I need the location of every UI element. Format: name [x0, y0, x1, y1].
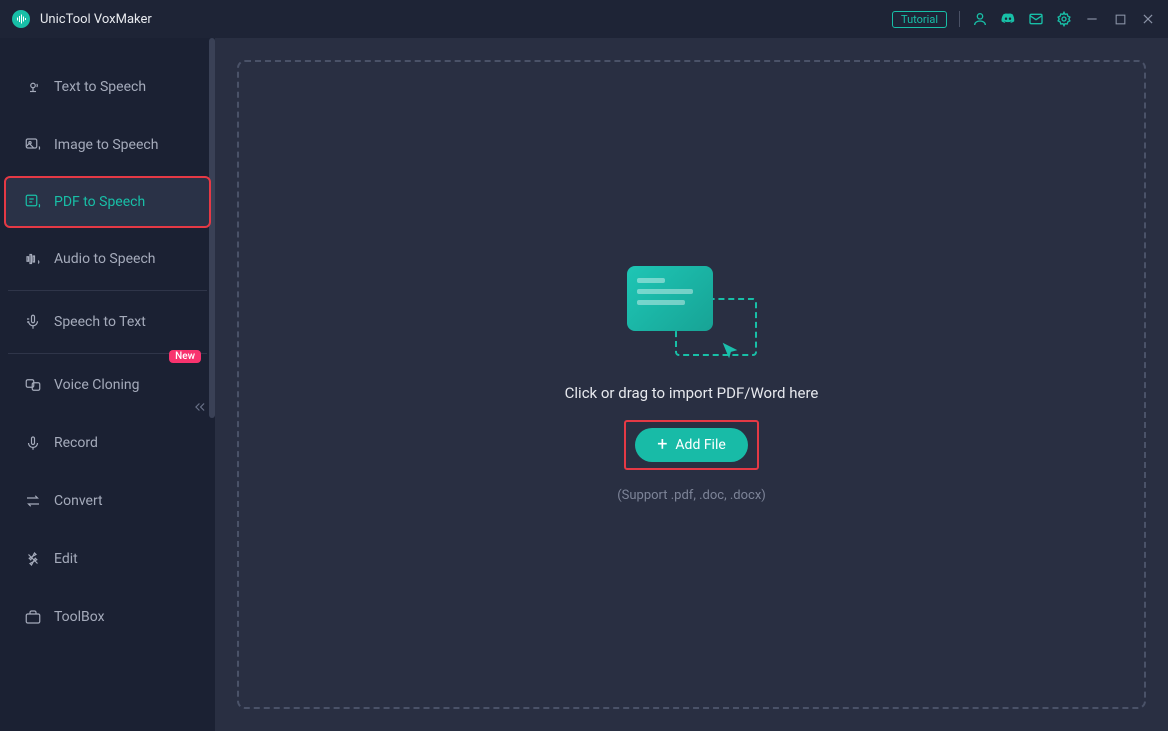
body: Text to Speech Image to Speech PDF to Sp… — [0, 38, 1168, 731]
main-content: Click or drag to import PDF/Word here + … — [215, 38, 1168, 731]
plus-icon: + — [657, 436, 667, 454]
toolbox-icon — [24, 608, 42, 626]
sidebar-item-label: Image to Speech — [54, 137, 158, 153]
pdf-to-speech-icon — [24, 193, 42, 211]
sidebar-item-toolbox[interactable]: ToolBox — [0, 588, 215, 646]
nav-divider — [8, 290, 207, 291]
image-to-speech-icon — [24, 136, 42, 154]
new-badge: New — [169, 350, 201, 363]
app-title: UnicTool VoxMaker — [40, 12, 152, 27]
sidebar-item-pdf-to-speech[interactable]: PDF to Speech — [4, 176, 211, 228]
sidebar-item-edit[interactable]: Edit — [0, 530, 215, 588]
convert-icon — [24, 492, 42, 510]
mail-icon[interactable] — [1028, 11, 1044, 27]
support-text: (Support .pdf, .doc, .docx) — [617, 488, 766, 503]
discord-icon[interactable] — [1000, 11, 1016, 27]
record-icon — [24, 434, 42, 452]
sidebar-item-audio-to-speech[interactable]: Audio to Speech — [0, 230, 215, 288]
speech-to-text-icon — [24, 313, 42, 331]
sidebar-item-label: Speech to Text — [54, 314, 146, 330]
text-to-speech-icon — [24, 78, 42, 96]
sidebar-item-label: Audio to Speech — [54, 251, 156, 267]
sidebar-item-label: Convert — [54, 493, 103, 509]
drop-zone[interactable]: Click or drag to import PDF/Word here + … — [237, 60, 1146, 709]
edit-icon — [24, 550, 42, 568]
voice-clone-icon — [24, 376, 42, 394]
title-right: Tutorial — [892, 11, 1156, 28]
add-file-highlight: + Add File — [624, 420, 759, 470]
sidebar-item-speech-to-text[interactable]: Speech to Text — [0, 293, 215, 351]
divider — [959, 11, 960, 27]
sidebar-item-record[interactable]: Record — [0, 414, 215, 472]
sidebar: Text to Speech Image to Speech PDF to Sp… — [0, 38, 215, 731]
audio-to-speech-icon — [24, 250, 42, 268]
close-icon[interactable] — [1140, 11, 1156, 27]
sidebar-item-convert[interactable]: Convert — [0, 472, 215, 530]
sidebar-item-label: Record — [54, 435, 98, 451]
app-logo-icon — [12, 10, 30, 28]
user-icon[interactable] — [972, 11, 988, 27]
minimize-icon[interactable] — [1084, 11, 1100, 27]
add-file-label: Add File — [675, 437, 725, 453]
sidebar-item-image-to-speech[interactable]: Image to Speech — [0, 116, 215, 174]
sidebar-item-label: Text to Speech — [54, 79, 146, 95]
sidebar-item-label: Voice Cloning — [54, 377, 139, 393]
titlebar: UnicTool VoxMaker Tutorial — [0, 0, 1168, 38]
document-icon — [627, 266, 713, 331]
maximize-icon[interactable] — [1112, 11, 1128, 27]
cursor-icon — [719, 340, 739, 360]
title-left: UnicTool VoxMaker — [12, 10, 152, 28]
sidebar-item-voice-cloning[interactable]: New Voice Cloning — [0, 356, 215, 414]
import-illustration — [627, 266, 757, 366]
sidebar-item-label: ToolBox — [54, 609, 105, 625]
add-file-button[interactable]: + Add File — [635, 428, 748, 462]
drop-instruction: Click or drag to import PDF/Word here — [565, 384, 819, 402]
sidebar-item-text-to-speech[interactable]: Text to Speech — [0, 58, 215, 116]
settings-icon[interactable] — [1056, 11, 1072, 27]
sidebar-item-label: PDF to Speech — [54, 194, 145, 210]
tutorial-button[interactable]: Tutorial — [892, 11, 947, 28]
sidebar-item-label: Edit — [54, 551, 78, 567]
